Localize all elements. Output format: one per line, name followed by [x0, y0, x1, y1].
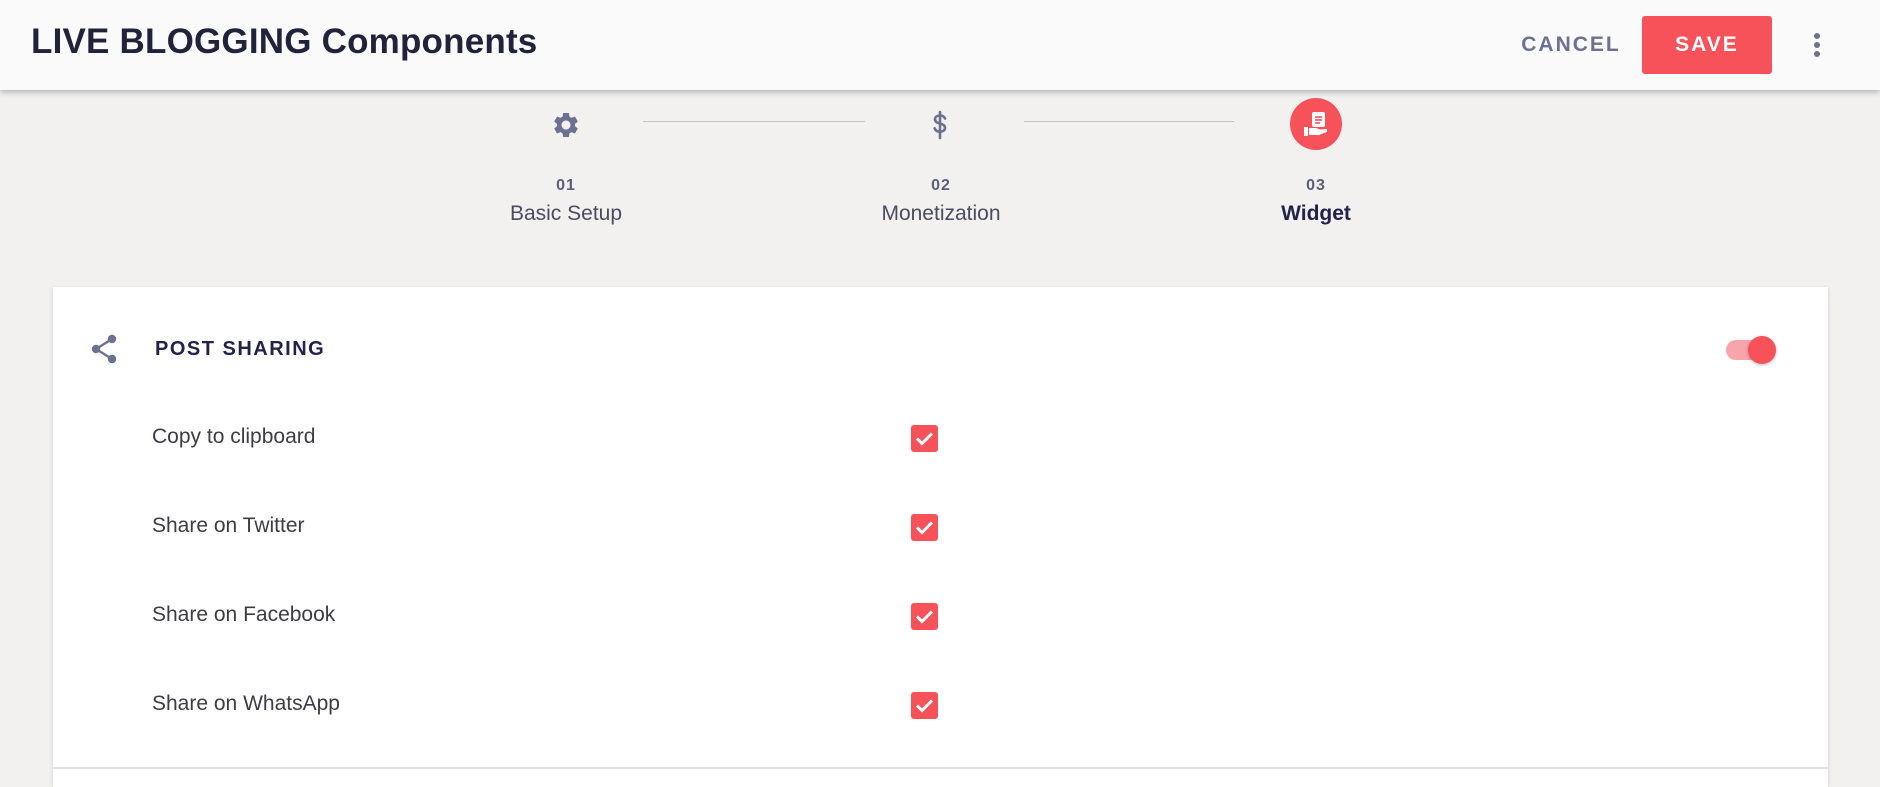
gear-icon[interactable] [540, 99, 592, 151]
step-label-basic-setup[interactable]: Basic Setup [446, 202, 686, 226]
step-label-widget[interactable]: Widget [1196, 202, 1436, 226]
top-bar: LIVE BLOGGING Components CANCEL SAVE [0, 0, 1880, 90]
step-number: 02 [931, 177, 951, 194]
share-icon [89, 333, 119, 365]
checkbox-twitter[interactable] [911, 514, 938, 541]
check-icon [915, 699, 934, 713]
step-number: 03 [1306, 177, 1326, 194]
checkbox-whatsapp[interactable] [911, 692, 938, 719]
cancel-button[interactable]: CANCEL [1510, 28, 1632, 62]
dollar-icon[interactable] [914, 99, 966, 151]
check-icon [915, 521, 934, 535]
step-connector [1024, 121, 1234, 122]
check-icon [915, 610, 934, 624]
save-button[interactable]: SAVE [1642, 16, 1772, 74]
widget-icon[interactable] [1290, 98, 1342, 150]
section-title: POST SHARING [155, 338, 326, 360]
option-label-twitter: Share on Twitter [152, 514, 305, 537]
step-label-monetization[interactable]: Monetization [821, 202, 1061, 226]
checkbox-facebook[interactable] [911, 603, 938, 630]
option-label-whatsapp: Share on WhatsApp [152, 692, 340, 715]
step-number: 01 [556, 177, 576, 194]
page-title: LIVE BLOGGING Components [31, 22, 538, 61]
post-sharing-toggle[interactable] [1724, 334, 1780, 366]
option-label-facebook: Share on Facebook [152, 603, 336, 626]
more-vertical-icon[interactable] [1806, 24, 1828, 66]
checkbox-copy-clipboard[interactable] [911, 425, 938, 452]
step-connector [643, 121, 865, 122]
divider [53, 767, 1828, 769]
toggle-knob [1748, 336, 1776, 364]
check-icon [915, 432, 934, 446]
option-label-copy-clipboard: Copy to clipboard [152, 425, 316, 448]
